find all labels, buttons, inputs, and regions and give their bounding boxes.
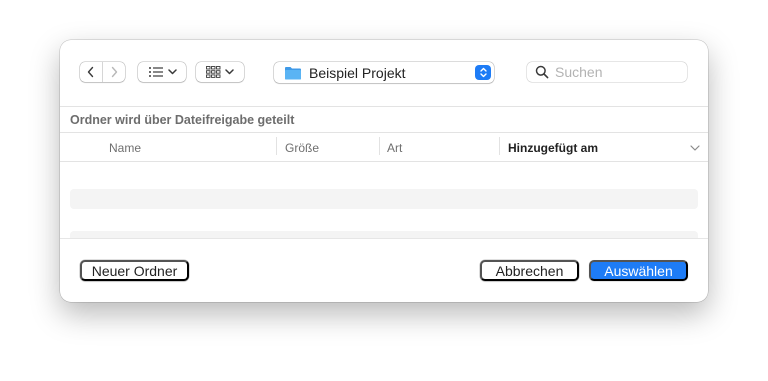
list-row-stripe [70, 231, 698, 238]
list-row-stripe [70, 189, 698, 209]
column-separator [499, 137, 500, 155]
list-icon [148, 67, 163, 77]
footer-divider [60, 238, 708, 239]
new-folder-button[interactable]: Neuer Ordner [80, 260, 189, 281]
file-chooser-dialog: Beispiel Projekt Ordner wird über Dateif… [60, 40, 708, 302]
sort-chevron-down-icon[interactable] [690, 145, 700, 151]
back-button[interactable] [80, 62, 102, 82]
list-view-button[interactable] [138, 62, 186, 82]
column-kind[interactable]: Art [387, 141, 402, 155]
search-icon [535, 65, 549, 79]
chevron-right-icon [111, 66, 118, 78]
search-field[interactable] [527, 62, 687, 82]
column-separator [379, 137, 380, 155]
share-note: Ordner wird über Dateifreigabe geteilt [70, 113, 295, 127]
location-label: Beispiel Projekt [309, 64, 406, 81]
search-input[interactable] [555, 64, 675, 80]
chevron-down-icon [225, 69, 234, 75]
toolbar: Beispiel Projekt [60, 40, 708, 106]
grid-icon [206, 66, 221, 78]
column-header-divider [60, 161, 708, 162]
header-divider [60, 132, 708, 133]
choose-button[interactable]: Auswählen [589, 260, 688, 281]
chevron-left-icon [87, 66, 94, 78]
up-down-chevron-icon [479, 67, 487, 78]
cancel-button[interactable]: Abbrechen [480, 260, 579, 281]
navigation-buttons [80, 62, 125, 82]
location-stepper[interactable] [475, 65, 491, 80]
column-date-added[interactable]: Hinzugefügt am [508, 141, 598, 155]
chevron-down-icon [167, 69, 177, 75]
column-size[interactable]: Größe [285, 141, 319, 155]
forward-button[interactable] [102, 62, 125, 82]
column-name[interactable]: Name [109, 141, 141, 155]
grid-view-button[interactable] [196, 62, 244, 82]
toolbar-divider [60, 106, 708, 107]
column-separator [276, 137, 277, 155]
location-popup[interactable]: Beispiel Projekt [274, 62, 494, 83]
folder-icon [285, 66, 301, 79]
